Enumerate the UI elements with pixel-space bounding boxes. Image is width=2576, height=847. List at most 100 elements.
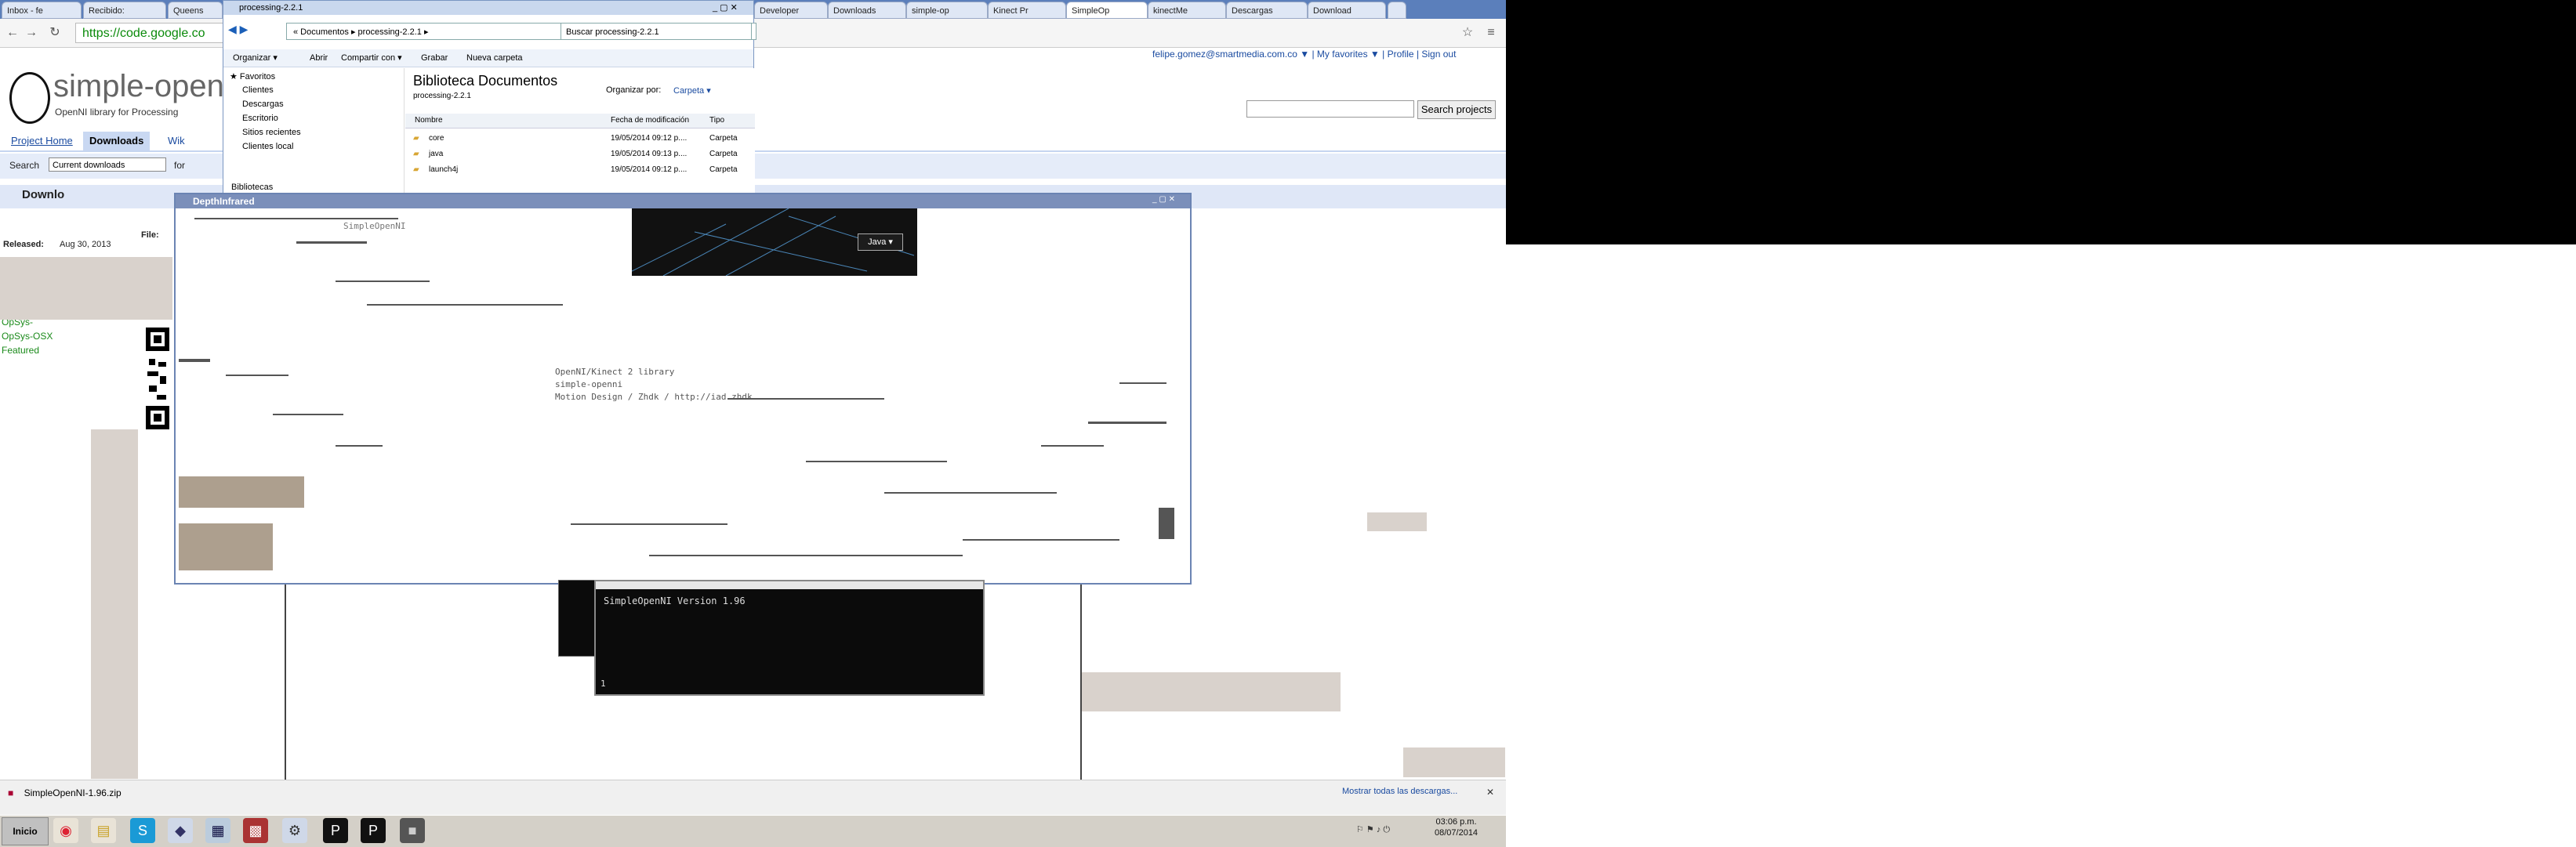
network-icon[interactable]: ▦ (205, 818, 230, 843)
released-value: Aug 30, 2013 (60, 240, 111, 249)
arrange-select[interactable]: Carpeta ▾ (673, 85, 711, 96)
tab-downloads-page[interactable]: Downloads (83, 132, 151, 150)
tools-icon[interactable]: ⚙ (282, 818, 307, 843)
library-subtitle: processing-2.2.1 (413, 92, 471, 100)
show-all-downloads-link[interactable]: Mostrar todas las descargas... (1342, 787, 1457, 796)
nav-sitios-recientes[interactable]: Sitios recientes (242, 128, 301, 137)
page-placeholder-block (1082, 672, 1341, 711)
page-placeholder-block (1367, 512, 1427, 531)
window-controls[interactable]: _ ▢ ✕ (713, 2, 752, 13)
tab-wiki[interactable]: Wik (161, 132, 191, 150)
search-projects-input[interactable] (1246, 100, 1414, 118)
row-type: Carpeta (709, 134, 738, 143)
qr-code-image (146, 328, 169, 429)
start-button[interactable]: Inicio (2, 817, 49, 845)
tab-gmail-recibido[interactable]: Recibido: (83, 2, 166, 19)
nav-escritorio[interactable]: Escritorio (242, 114, 278, 123)
row-name: launch4j (429, 165, 459, 174)
tab-download[interactable]: Download (1308, 2, 1386, 19)
nav-clientes-local[interactable]: Clientes local (242, 142, 293, 151)
tab-kinect[interactable]: Kinect Pr (988, 2, 1066, 19)
tab-simpleopenni-active[interactable]: SimpleOp (1066, 2, 1148, 19)
label-featured[interactable]: Featured (2, 345, 39, 356)
downloads-heading: Downlo (22, 188, 65, 201)
col-type[interactable]: Tipo (709, 114, 724, 128)
page-placeholder-block (1403, 747, 1505, 777)
chrome-icon[interactable]: ◉ (53, 818, 78, 843)
skype-icon[interactable]: S (130, 818, 155, 843)
user-links[interactable]: felipe.gomez@smartmedia.com.co ▼ | My fa… (1152, 49, 1456, 60)
col-date[interactable]: Fecha de modificación (611, 114, 689, 128)
tab-label: Recibido: (89, 6, 125, 16)
divider-line (285, 583, 286, 810)
tab-label: Descargas (1232, 6, 1273, 16)
folder-icon[interactable]: ▤ (91, 818, 116, 843)
project-subtitle: OpenNI library for Processing (55, 107, 179, 118)
nav-descargas[interactable]: Descargas (242, 100, 284, 109)
nav-bibliotecas[interactable]: Bibliotecas (231, 183, 273, 192)
table-row[interactable]: ▰ core 19/05/2014 09:12 p.... Carpeta (405, 131, 755, 147)
processing-icon[interactable]: P (323, 818, 348, 843)
console-output: SimpleOpenNI Version 1.96 (604, 595, 746, 606)
close-icon[interactable]: ✕ (1486, 787, 1494, 798)
new-tab-button[interactable] (1388, 2, 1406, 19)
reload-icon[interactable]: ↻ (47, 25, 63, 41)
nav-favoritos[interactable]: ★ Favoritos (230, 71, 275, 81)
ghost-text: SimpleOpenNI (343, 221, 406, 231)
cmd-abrir[interactable]: Abrir (310, 49, 328, 67)
file-label: File: (141, 230, 159, 240)
search-projects-button[interactable]: Search projects (1417, 100, 1496, 119)
tab-youtube[interactable]: Queens (168, 2, 223, 19)
menu-icon[interactable]: ≡ (1483, 25, 1499, 41)
back-arrow-icon[interactable]: ← (5, 25, 20, 41)
star-icon[interactable]: ☆ (1460, 25, 1475, 41)
cmd-organizar[interactable]: Organizar ▾ (233, 49, 278, 67)
col-name[interactable]: Nombre (415, 114, 443, 128)
java-mode-button[interactable]: Java ▾ (858, 233, 903, 251)
cmd-nueva-carpeta[interactable]: Nueva carpeta (466, 49, 523, 67)
explorer-nav-pane: ★ Favoritos Clientes Descargas Escritori… (223, 68, 405, 197)
row-name: java (429, 150, 444, 158)
folder-icon: ▰ (413, 150, 419, 158)
downloads-filter-select[interactable]: Current downloads (49, 157, 166, 172)
tab-downloads[interactable]: Downloads (828, 2, 906, 19)
processing-icon-2[interactable]: P (361, 818, 386, 843)
cmd-compartir[interactable]: Compartir con ▾ (341, 49, 402, 67)
cmd-grabar[interactable]: Grabar (421, 49, 448, 67)
window-controls[interactable]: _ ▢ ✕ (1152, 195, 1188, 207)
file-explorer-window: processing-2.2.1 _ ▢ ✕ ◀ ▶ « Documentos … (223, 0, 756, 197)
label-opsys-osx[interactable]: OpSys-OSX (2, 331, 53, 342)
released-label: Released: (3, 240, 44, 249)
table-row[interactable]: ▰ java 19/05/2014 09:13 p.... Carpeta (405, 147, 755, 162)
forward-arrow-icon[interactable]: → (24, 25, 39, 41)
table-row[interactable]: ▰ launch4j 19/05/2014 09:12 p.... Carpet… (405, 162, 755, 178)
clock-time: 03:06 p.m. (1435, 817, 1477, 827)
download-item[interactable]: ■ SimpleOpenNI-1.96.zip (8, 784, 165, 802)
row-type: Carpeta (709, 165, 738, 174)
back-forward-buttons[interactable]: ◀ ▶ (228, 23, 275, 40)
winrar-icon[interactable]: ▩ (243, 818, 268, 843)
nav-clientes[interactable]: Clientes (242, 85, 274, 95)
downloads-filter-value: Current downloads (53, 161, 125, 170)
project-title: simple-open (53, 69, 224, 103)
explorer-command-bar: Organizar ▾ Abrir Compartir con ▾ Grabar… (223, 49, 753, 67)
tab-project-home[interactable]: Project Home (5, 132, 79, 150)
tab-simple-openni[interactable]: simple-op (906, 2, 988, 19)
tab-kinectme[interactable]: kinectMe (1148, 2, 1226, 19)
folder-icon: ▰ (413, 165, 419, 174)
clock[interactable]: 03:06 p.m. 08/07/2014 (1435, 816, 1478, 838)
tab-descargas[interactable]: Descargas (1226, 2, 1308, 19)
page-placeholder-block (91, 429, 138, 779)
tab-developer[interactable]: Developer (754, 2, 828, 19)
explorer-content: Biblioteca Documentos processing-2.2.1 O… (405, 68, 755, 197)
app-icon[interactable]: ◆ (168, 818, 193, 843)
address-bar[interactable]: https://code.google.co (75, 23, 224, 43)
download-shelf (0, 780, 1506, 815)
folder-icon: ▰ (413, 134, 419, 143)
tab-gmail-inbox[interactable]: Inbox - fe (2, 2, 82, 19)
desktop-blank-area (1506, 244, 2576, 846)
window-icon[interactable]: ■ (400, 818, 425, 843)
system-tray[interactable]: ⚐ ⚑ ♪ ⏻ (1356, 818, 1431, 842)
explorer-search-input[interactable]: Buscar processing-2.2.1 (561, 23, 752, 40)
arrange-label: Organizar por: (606, 85, 662, 95)
